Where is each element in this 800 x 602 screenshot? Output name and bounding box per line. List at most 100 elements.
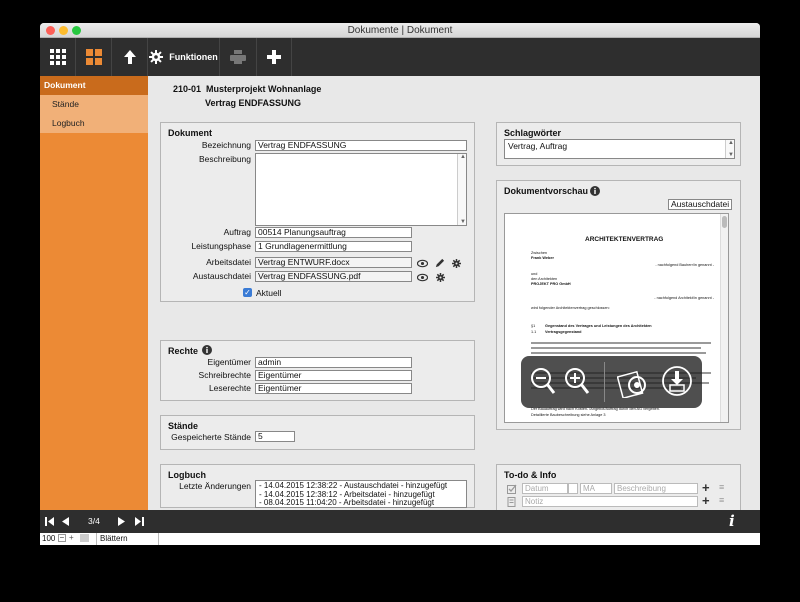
gespeicherte-field[interactable]: 5 xyxy=(255,431,295,442)
print-button[interactable] xyxy=(220,38,256,76)
add-note-button[interactable]: + xyxy=(702,493,710,508)
arrow-up-icon xyxy=(123,50,136,64)
add-button[interactable] xyxy=(256,38,292,76)
sidebar-item-staende[interactable]: Stände xyxy=(40,95,148,114)
preview-scroll-thumb[interactable] xyxy=(722,216,727,228)
info-icon[interactable] xyxy=(202,345,212,355)
schlagwoerter-scrollbar[interactable]: ▲ ▼ xyxy=(725,140,734,158)
minimize-window-button[interactable] xyxy=(59,26,68,35)
datum-field[interactable]: Datum xyxy=(522,483,568,494)
preview-text: und xyxy=(531,272,538,276)
gear-icon[interactable] xyxy=(436,273,445,282)
auftrag-field[interactable]: 00514 Planungsauftrag xyxy=(255,227,412,238)
next-page-icon[interactable] xyxy=(118,517,125,526)
schlagwoerter-value: Vertrag, Auftrag xyxy=(508,141,568,151)
download-icon[interactable] xyxy=(661,364,693,398)
schlagwoerter-field[interactable]: Vertrag, Auftrag ▲ ▼ xyxy=(504,139,735,159)
grid-view-button[interactable] xyxy=(40,38,76,76)
preview-scrollbar[interactable] xyxy=(720,214,728,422)
zoom-level: 100 xyxy=(42,534,56,543)
first-page-icon[interactable] xyxy=(45,517,54,526)
zoom-window-button[interactable] xyxy=(72,26,81,35)
preview-text: - nachfolgend Architekt/in genannt - xyxy=(654,296,714,300)
dokument-panel: Dokument Bezeichnung Vertrag ENDFASSUNG … xyxy=(160,122,475,302)
dokument-panel-title: Dokument xyxy=(168,128,213,138)
preview-text: 1.1 xyxy=(531,330,537,334)
rechte-panel-title: Rechte xyxy=(168,346,198,356)
schlagwoerter-panel: Schlagwörter Vertrag, Auftrag ▲ ▼ xyxy=(496,122,741,166)
zoom-out-button[interactable]: – xyxy=(58,534,66,542)
eye-icon[interactable] xyxy=(417,272,428,283)
preview-text: - nachfolgend Bauherr/in genannt - xyxy=(655,263,714,267)
austauschdatei-field[interactable]: Vertrag ENDFASSUNG.pdf xyxy=(255,271,412,282)
note-icon xyxy=(507,497,516,507)
zoom-in-button[interactable]: + xyxy=(69,534,77,542)
quicklook-icon[interactable] xyxy=(617,364,649,398)
preview-text: Vertragsgegenstand xyxy=(545,330,582,334)
functions-label: Funktionen xyxy=(169,52,218,62)
leserechte-field[interactable]: Eigentümer xyxy=(255,383,412,394)
schreibrechte-field[interactable]: Eigentümer xyxy=(255,370,412,381)
sidebar-item-logbuch[interactable]: Logbuch xyxy=(40,114,148,133)
todo-panel-title: To-do & Info xyxy=(504,470,557,480)
ma-field[interactable]: MA xyxy=(580,483,612,494)
eigentuemer-label: Eigentümer xyxy=(207,357,251,367)
list-icon[interactable]: ≡ xyxy=(719,495,724,505)
gear-icon xyxy=(149,50,164,64)
split-view-button[interactable] xyxy=(76,38,112,76)
log-entry: - 08.04.2015 11:04:20 - Arbeitsdatei - h… xyxy=(259,498,435,507)
leistungsphase-field[interactable]: 1 Grundlagenermittlung xyxy=(255,241,412,252)
sidebar-item-dokument[interactable]: Dokument xyxy=(40,76,148,95)
up-button[interactable] xyxy=(112,38,148,76)
calendar-icon[interactable] xyxy=(568,483,578,494)
zoom-in-icon[interactable] xyxy=(563,366,591,396)
close-window-button[interactable] xyxy=(46,26,55,35)
divider xyxy=(158,533,159,545)
beschreibung-scrollbar[interactable]: ▲ ▼ xyxy=(457,154,466,225)
schlagwoerter-panel-title: Schlagwörter xyxy=(504,128,562,138)
bezeichnung-field[interactable]: Vertrag ENDFASSUNG xyxy=(255,140,467,151)
gespeicherte-label: Gespeicherte Stände xyxy=(171,432,251,442)
beschreibung-field[interactable]: ▲ ▼ xyxy=(255,153,467,226)
preview-line xyxy=(531,347,701,349)
header-line-1: 210-01 Musterprojekt Wohnanlage xyxy=(173,84,321,94)
functions-button[interactable]: Funktionen xyxy=(148,38,220,76)
document-title: Vertrag ENDFASSUNG xyxy=(205,98,302,108)
zoom-out-icon[interactable] xyxy=(529,366,557,396)
title-bar: Dokumente | Dokument xyxy=(40,23,760,38)
list-icon[interactable]: ≡ xyxy=(719,482,724,492)
austauschdatei-label: Austauschdatei xyxy=(192,271,251,281)
eye-icon[interactable] xyxy=(417,258,428,269)
logbuch-list[interactable]: - 14.04.2015 12:38:22 - Austauschdatei -… xyxy=(255,480,467,508)
rechte-panel: Rechte Eigentümer admin Schreibrechte Ei… xyxy=(160,340,475,401)
gear-icon[interactable] xyxy=(452,259,461,268)
layout-toggle[interactable] xyxy=(80,534,89,542)
vorschau-select[interactable]: Austauschdatei xyxy=(668,199,732,210)
preview-text: Gegenstand des Vertrages und Leistungen … xyxy=(545,324,652,328)
beschreibung-todo-field[interactable]: Beschreibung xyxy=(614,483,698,494)
pencil-icon[interactable] xyxy=(434,258,445,269)
aktuell-label: Aktuell xyxy=(256,288,282,298)
info-icon[interactable] xyxy=(590,186,600,196)
arbeitsdatei-label: Arbeitsdatei xyxy=(206,257,251,267)
last-page-icon[interactable] xyxy=(135,517,144,526)
preview-controls xyxy=(521,356,702,408)
eigentuemer-field[interactable]: admin xyxy=(255,357,412,368)
info-button[interactable]: i xyxy=(729,512,735,530)
aktuell-checkbox[interactable]: ✓ xyxy=(243,288,252,297)
notiz-field[interactable]: Notiz xyxy=(522,496,698,507)
leserechte-label: Leserechte xyxy=(208,383,251,393)
todo-panel: To-do & Info Datum MA Beschreibung + ≡ N… xyxy=(496,464,741,514)
navigation-bar: 3/4 i xyxy=(40,510,760,533)
document-preview[interactable]: ARCHITEKTENVERTRAG Zwischen Frank Weber … xyxy=(504,213,729,423)
layout-icon xyxy=(85,49,102,65)
divider xyxy=(604,362,605,402)
logbuch-panel-title: Logbuch xyxy=(168,470,206,480)
window-title: Dokumente | Dokument xyxy=(347,25,453,36)
auftrag-label: Auftrag xyxy=(223,227,251,237)
vorschau-panel: Dokumentvorschau Austauschdatei ARCHITEK… xyxy=(496,180,741,430)
arbeitsdatei-field[interactable]: Vertrag ENTWURF.docx xyxy=(255,257,412,268)
previous-page-icon[interactable] xyxy=(62,517,69,526)
app-window: Dokumente | Dokument Funktionen Dokument… xyxy=(40,23,760,545)
staende-panel-title: Stände xyxy=(168,421,199,431)
